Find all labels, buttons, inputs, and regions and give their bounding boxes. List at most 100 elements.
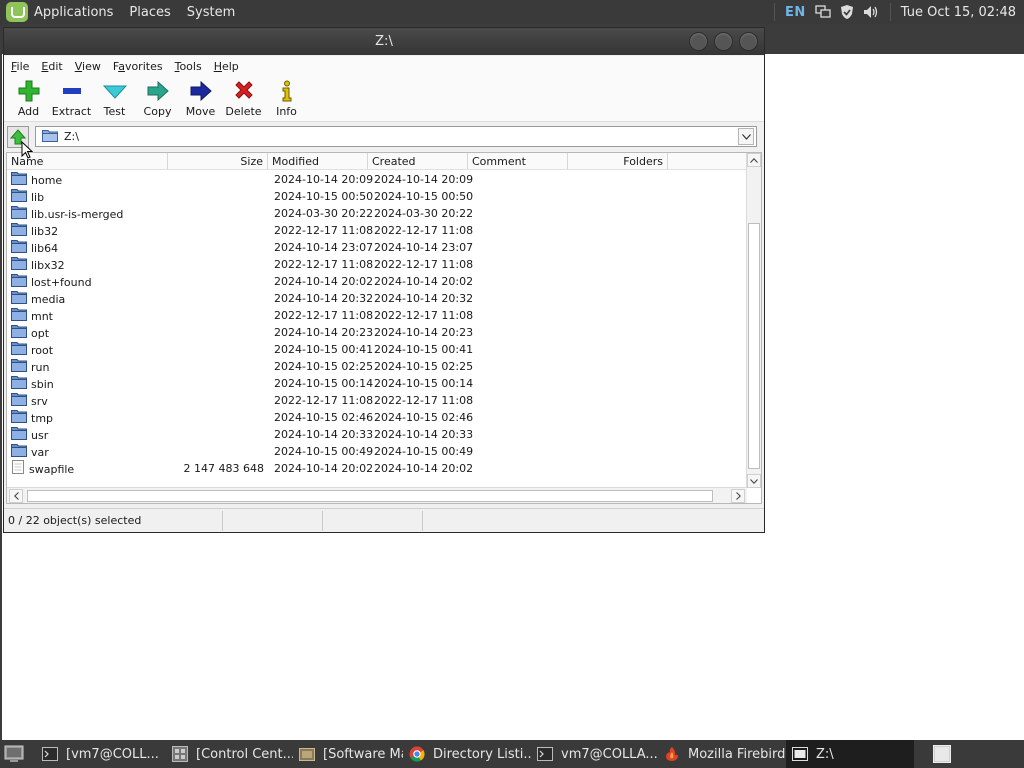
close-button[interactable] (739, 32, 758, 51)
file-row[interactable]: swapfile 2 147 483 648 2024-10-14 20:02 202… (7, 460, 747, 477)
taskbar-button-label: Mozilla Firebird (688, 746, 786, 762)
file-row[interactable]: home 2024-10-14 20:09 2024-10-14 20:09 (7, 171, 747, 188)
file-modified: 2024-10-15 00:50 (274, 190, 374, 203)
window-titlebar[interactable]: Z:\ (4, 28, 764, 55)
taskbar-button[interactable]: [Software Ma... (293, 740, 403, 768)
file-name-cell: swapfile (11, 460, 74, 479)
scroll-down-button[interactable] (747, 474, 761, 488)
file-row[interactable]: usr 2024-10-14 20:33 2024-10-14 20:33 (7, 426, 747, 443)
file-name: root (31, 344, 54, 357)
file-row[interactable]: lost+found 2024-10-14 20:02 2024-10-14 20:… (7, 273, 747, 290)
file-row[interactable]: lib32 2022-12-17 11:08 2022-12-17 11:08 (7, 222, 747, 239)
workspace-switcher[interactable] (930, 742, 954, 766)
column-comment[interactable]: Comment (468, 153, 568, 169)
taskbar-button[interactable]: Mozilla Firebird (658, 740, 786, 768)
applications-menu[interactable]: Applications (34, 5, 113, 20)
system-menu[interactable]: System (187, 5, 235, 20)
scroll-right-button[interactable] (731, 489, 745, 503)
vertical-scroll-thumb[interactable] (748, 223, 760, 469)
scroll-left-button[interactable] (9, 489, 23, 503)
file-row[interactable]: lib 2024-10-15 00:50 2024-10-15 00:50 (7, 188, 747, 205)
info-button[interactable]: Info (265, 76, 308, 118)
column-created[interactable]: Created (368, 153, 468, 169)
taskbar-button-label: [Software Ma... (323, 746, 403, 762)
column-header: Name Size Modified Created Comment Folde… (7, 153, 747, 170)
extract-label: Extract (51, 105, 92, 118)
file-name: libx32 (31, 259, 65, 272)
minimize-button[interactable] (689, 32, 708, 51)
copy-button[interactable]: Copy (136, 76, 179, 118)
column-modified[interactable]: Modified (268, 153, 368, 169)
test-icon (102, 80, 127, 102)
taskbar-button[interactable]: [Control Cent... (166, 740, 293, 768)
vertical-scrollbar[interactable] (746, 153, 761, 488)
taskbar-button[interactable]: Directory Listi... (403, 740, 531, 768)
keyboard-layout-indicator[interactable]: EN (785, 5, 806, 20)
add-button[interactable]: Add (7, 76, 50, 118)
menu-favorites[interactable]: Favorites (107, 60, 169, 73)
column-folders[interactable]: Folders (568, 153, 668, 169)
menu-file[interactable]: File (4, 60, 35, 73)
workspace-icon (933, 745, 951, 763)
folder-icon (42, 129, 58, 145)
file-modified: 2024-03-30 20:22 (274, 207, 374, 220)
taskbar-button[interactable]: vm7@COLLA... (531, 740, 658, 768)
taskbar-button[interactable]: [vm7@COLL... (36, 740, 166, 768)
file-row[interactable]: run 2024-10-15 02:25 2024-10-15 02:25 (7, 358, 747, 375)
file-row[interactable]: libx32 2022-12-17 11:08 2022-12-17 11:08 (7, 256, 747, 273)
menu-help-rest: elp (221, 59, 239, 73)
column-files[interactable]: Fi (668, 153, 747, 169)
file-row[interactable]: sbin 2024-10-15 00:14 2024-10-15 00:14 (7, 375, 747, 392)
terminal-icon (537, 746, 553, 762)
file-modified: 2024-10-14 20:23 (274, 326, 374, 339)
clock[interactable]: Tue Oct 15, 02:48 (901, 5, 1016, 20)
shield-icon[interactable] (838, 4, 856, 20)
file-row[interactable]: var 2024-10-15 00:49 2024-10-15 00:49 (7, 443, 747, 460)
path-input[interactable]: Z:\ (35, 126, 757, 147)
file-row[interactable]: lib.usr-is-merged 2024-03-30 20:22 2024-03… (7, 205, 747, 222)
extract-icon (60, 80, 84, 102)
file-created: 2024-10-14 20:02 (374, 462, 474, 475)
copy-icon (146, 80, 170, 102)
network-icon[interactable] (814, 4, 832, 20)
move-button[interactable]: Move (179, 76, 222, 118)
delete-button[interactable]: Delete (222, 76, 265, 118)
taskbar-button[interactable]: Z:\ (786, 740, 914, 768)
volume-icon[interactable] (862, 4, 880, 20)
extract-button[interactable]: Extract (50, 76, 93, 118)
file-modified: 2024-10-15 00:14 (274, 377, 374, 390)
file-row[interactable]: media 2024-10-14 20:32 2024-10-14 20:32 (7, 290, 747, 307)
chevron-up-icon (750, 157, 758, 163)
selection-status: 0 / 22 object(s) selected (4, 511, 223, 531)
maximize-button[interactable] (714, 32, 733, 51)
test-button[interactable]: Test (93, 76, 136, 118)
path-text: Z:\ (64, 130, 79, 143)
places-menu[interactable]: Places (129, 5, 170, 20)
menu-edit[interactable]: Edit (35, 60, 68, 73)
file-list[interactable]: Name Size Modified Created Comment Folde… (6, 152, 762, 504)
menu-help[interactable]: Help (208, 60, 245, 73)
file-created: 2024-10-14 20:23 (374, 326, 474, 339)
file-row[interactable]: root 2024-10-15 00:41 2024-10-15 00:41 (7, 341, 747, 358)
top-panel: Applications Places System EN Tue Oct 15… (0, 0, 1024, 24)
file-row[interactable]: opt 2024-10-14 20:23 2024-10-14 20:23 (7, 324, 747, 341)
delete-label: Delete (225, 105, 262, 118)
file-row[interactable]: tmp 2024-10-15 02:46 2024-10-15 02:46 (7, 409, 747, 426)
show-desktop-button[interactable] (2, 742, 26, 766)
mint-menu-icon[interactable] (6, 2, 28, 22)
menu-tools[interactable]: Tools (169, 60, 208, 73)
horizontal-scrollbar[interactable] (7, 487, 747, 503)
file-modified: 2024-10-14 20:02 (274, 462, 374, 475)
scroll-up-button[interactable] (747, 153, 761, 167)
7zip-icon (792, 746, 808, 762)
status-cell-size (223, 511, 323, 531)
file-modified: 2024-10-15 00:49 (274, 445, 374, 458)
horizontal-scroll-thumb[interactable] (27, 490, 713, 502)
menu-view[interactable]: View (69, 60, 107, 73)
file-row[interactable]: srv 2022-12-17 11:08 2022-12-17 11:08 (7, 392, 747, 409)
file-row[interactable]: lib64 2024-10-14 23:07 2024-10-14 23:07 (7, 239, 747, 256)
file-row[interactable]: mnt 2022-12-17 11:08 2022-12-17 11:08 (7, 307, 747, 324)
column-size[interactable]: Size (168, 153, 268, 169)
path-dropdown-button[interactable] (738, 128, 754, 145)
menu-tools-rest: ools (179, 59, 202, 73)
